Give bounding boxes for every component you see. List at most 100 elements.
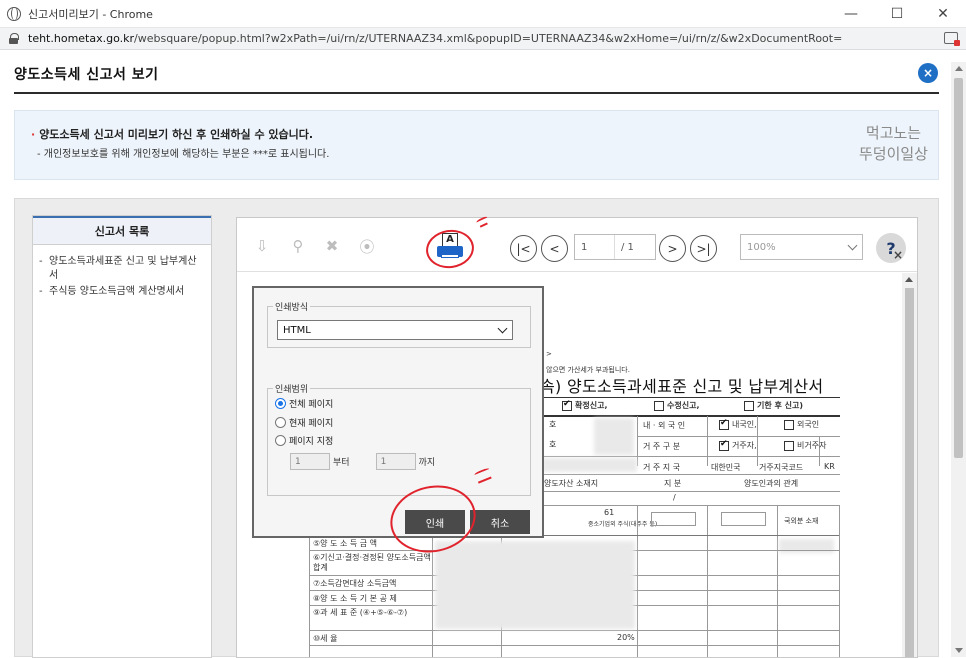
grid-line <box>757 416 758 466</box>
watermark: 먹고노는 뚜덩이일상 <box>859 123 928 165</box>
doc-box <box>651 512 696 526</box>
report-list-title: 신고서 목록 <box>33 216 211 245</box>
header-divider <box>14 92 939 94</box>
annotation-circle <box>423 226 477 272</box>
grid-line <box>309 645 839 646</box>
masked-field <box>542 458 637 472</box>
res-label: 거 주 구 분 <box>643 442 681 451</box>
cancel-button[interactable]: 취소 <box>470 510 530 534</box>
lock-icon <box>9 33 19 44</box>
res-nonresident: 비거주자 <box>784 440 826 451</box>
radio-specify-pages[interactable]: 페이지 지정 <box>275 434 333 447</box>
radio-icon <box>275 435 286 446</box>
grid-line <box>540 456 840 457</box>
grid-line <box>540 505 840 506</box>
row-label: ⑤양 도 소 득 금 액 <box>313 539 378 548</box>
natl-domestic: 내국인, <box>719 418 757 430</box>
rate-value: 20% <box>617 633 635 642</box>
window-title: 신고서미리보기 - Chrome <box>28 7 153 21</box>
masked-values <box>435 541 635 629</box>
asset-location-label: 양도자산 소재지 <box>544 479 599 488</box>
doc-box <box>721 512 766 526</box>
print-options-dialog: 인쇄방식 HTML 인쇄범위 전체 페이지 현재 페이지 페이지 지정 1 부터… <box>252 286 544 538</box>
first-page-button[interactable]: |< <box>510 235 537 262</box>
next-page-button[interactable]: > <box>659 235 686 262</box>
prev-page-button[interactable]: < <box>541 235 568 262</box>
radio-label: 현재 페이지 <box>289 419 334 429</box>
country-code: KR <box>824 462 835 471</box>
form-title: 속) 양도소득과세표준 신고 및 납부계산서 <box>540 377 824 396</box>
current-page-input[interactable]: 1 <box>575 235 615 259</box>
print-method-legend: 인쇄방식 <box>273 300 311 313</box>
label-ho: 호 <box>549 440 557 449</box>
document-scrollbar[interactable] <box>902 273 917 657</box>
grid-line <box>540 474 840 475</box>
masked-field <box>594 418 634 455</box>
excel-icon[interactable]: ✖ <box>320 234 344 258</box>
range-from-label: 부터 <box>333 458 350 468</box>
page-range-row: 1 부터 1 까지 <box>290 453 435 470</box>
check-late: 기한 후 신고) <box>744 400 803 411</box>
row-label: ⑨과 세 표 준 (④+⑤-⑥-⑦) <box>313 608 408 617</box>
grid-line <box>707 505 708 657</box>
page-scrollbar[interactable] <box>951 62 966 657</box>
grid-line <box>309 630 839 631</box>
print-method-select[interactable]: HTML <box>277 320 513 340</box>
close-popup-button[interactable]: × <box>918 63 938 83</box>
print-method-group: 인쇄방식 HTML <box>267 300 531 348</box>
scroll-up-arrow-icon[interactable] <box>905 277 913 282</box>
slash-mark: / <box>673 493 676 502</box>
help-icon[interactable]: ? <box>876 233 906 263</box>
grid-line <box>637 436 840 437</box>
grid-line <box>839 505 840 657</box>
label-ho: 호 <box>549 420 557 429</box>
zoom-value: 100% <box>747 241 776 253</box>
chevron-down-icon <box>497 323 508 334</box>
grid-line <box>707 416 708 466</box>
page-indicator[interactable]: 1 / 1 <box>574 234 656 260</box>
grid-line <box>309 535 310 657</box>
last-page-button[interactable]: >| <box>690 235 717 262</box>
scrollbar-thumb[interactable] <box>954 78 963 458</box>
radio-all-pages[interactable]: 전체 페이지 <box>275 397 333 410</box>
check-amend: 수정신고, <box>654 400 699 411</box>
scroll-down-arrow-icon[interactable] <box>955 648 963 653</box>
info-line-1: 양도소득세 신고서 미리보기 하신 후 인쇄하실 수 있습니다. <box>31 126 313 142</box>
foreign-located: 국외분 소재 <box>784 517 819 525</box>
hwp-icon[interactable]: ⦿ <box>355 234 379 258</box>
natl-foreign: 외국인 <box>784 419 819 430</box>
relation-label: 양도인과의 관계 <box>744 479 799 488</box>
export-icon[interactable]: ⇩ <box>250 234 274 258</box>
grid-line <box>777 505 778 657</box>
doc-note: > <box>546 350 552 358</box>
grid-line <box>540 491 840 492</box>
report-list-item[interactable]: 주식등 양도소득금액 계산명세서 <box>39 285 205 299</box>
range-to-label: 까지 <box>418 458 436 468</box>
check-final: 확정신고, <box>562 399 607 411</box>
range-to-input[interactable]: 1 <box>375 453 416 470</box>
pdf-icon[interactable]: ⚲ <box>286 234 310 258</box>
report-list-item[interactable]: 양도소득과세표준 신고 및 납부계산서 <box>39 255 205 283</box>
address-bar[interactable]: teht.hometax.go.kr/websquare/popup.html?… <box>0 28 966 50</box>
radio-current-page[interactable]: 현재 페이지 <box>275 416 333 429</box>
minimize-button[interactable]: — <box>828 0 874 28</box>
maximize-button[interactable]: ☐ <box>874 0 920 28</box>
print-method-value: HTML <box>283 324 311 336</box>
info-line-2: - 개인정보보호를 위해 개인정보에 해당하는 부분은 ***로 표시됩니다. <box>37 149 330 160</box>
radio-selected-icon <box>275 398 286 409</box>
row-label: ⑥기신고·결정·경정된 양도소득금액 합계 <box>313 553 431 572</box>
close-window-button[interactable]: ✕ <box>920 0 966 28</box>
radio-label: 페이지 지정 <box>289 437 334 447</box>
zoom-select[interactable]: 100% <box>740 234 863 260</box>
code-61-desc: 중소기업외 주식(대주주 등) <box>588 521 658 528</box>
radio-label: 전체 페이지 <box>289 400 334 410</box>
res-resident: 거주자, <box>719 439 757 451</box>
range-from-input[interactable]: 1 <box>290 453 330 470</box>
scroll-up-arrow-icon[interactable] <box>955 66 963 71</box>
cast-icon[interactable] <box>944 32 960 46</box>
url-text[interactable]: teht.hometax.go.kr/websquare/popup.html?… <box>28 32 842 45</box>
scrollbar-thumb[interactable] <box>905 288 914 657</box>
print-range-legend: 인쇄범위 <box>273 382 311 395</box>
annotation-mark <box>479 222 489 229</box>
code-61: 61 <box>604 508 615 517</box>
